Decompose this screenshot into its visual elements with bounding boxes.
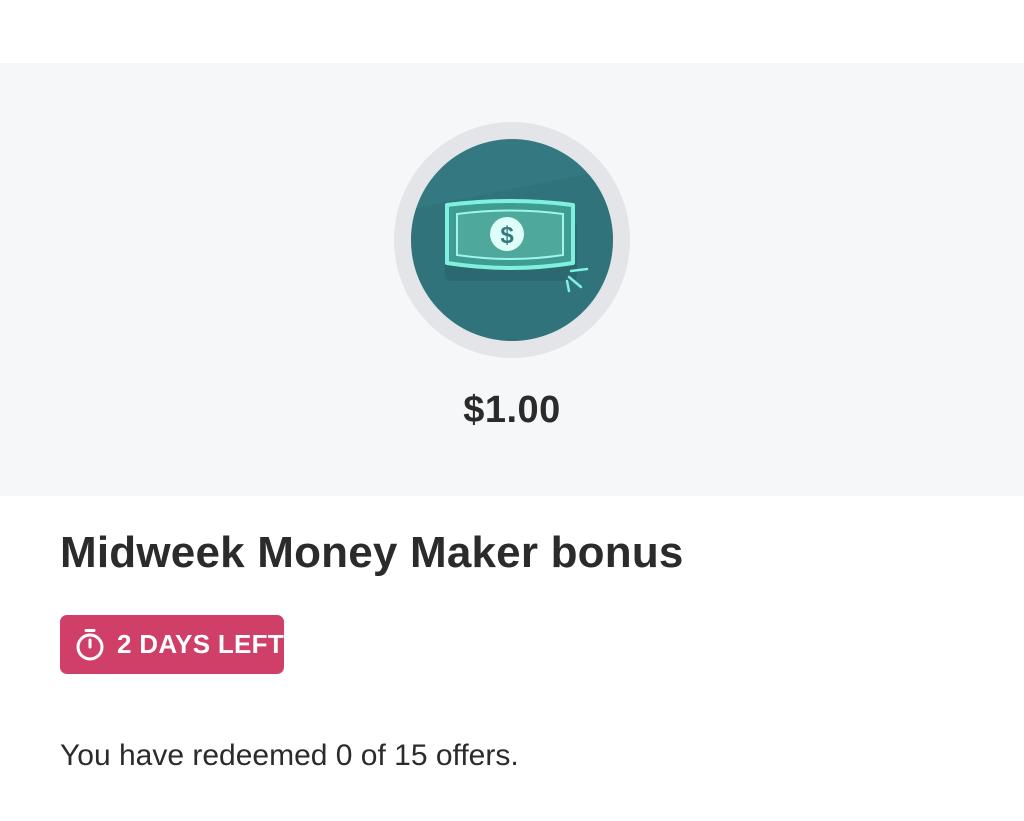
time-left-badge: 2 DAYS LEFT — [60, 615, 284, 674]
svg-text:$: $ — [500, 222, 514, 249]
stopwatch-icon — [76, 629, 104, 661]
reward-hero: $ $1.00 — [0, 63, 1024, 496]
offer-title: Midweek Money Maker bonus — [60, 528, 684, 577]
reward-amount: $1.00 — [463, 389, 561, 431]
reward-badge: $ — [394, 122, 630, 358]
time-left-label: 2 DAYS LEFT — [117, 629, 285, 659]
redeemed-status: You have redeemed 0 of 15 offers. — [60, 739, 519, 772]
cash-bill-icon: $ — [411, 169, 613, 341]
reward-badge-circle: $ — [411, 139, 613, 341]
